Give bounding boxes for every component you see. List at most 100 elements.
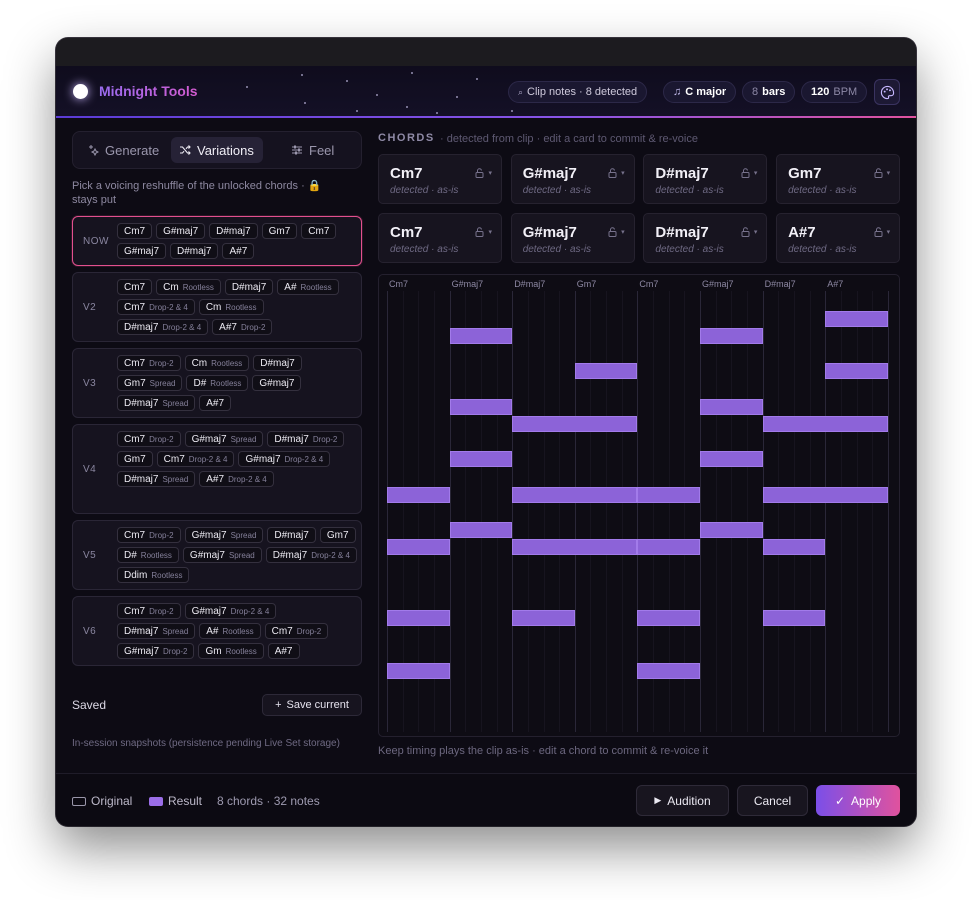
bpm-pill[interactable]: 120 BPM [801,81,868,103]
chord-lock-toggle[interactable]: ▾ [475,168,492,178]
chord-lock-toggle[interactable]: ▾ [475,227,492,237]
midi-note[interactable] [700,451,763,468]
beat-gridline [856,291,858,732]
chord-card[interactable]: G#maj7 detected · as-is ▾ [510,213,635,263]
midi-note[interactable] [449,328,513,345]
chip-chord: Cm7 [124,529,146,541]
variation-card-v6[interactable]: V6 Cm7 Drop-2 G#maj7 Drop-2 & 4 D#maj7 Spread A… [72,596,362,666]
palette-button[interactable] [874,79,900,105]
variation-card-v5[interactable]: V5 Cm7 Drop-2 G#maj7 Spread D#maj7 Gm7 D# Rootle… [72,520,362,590]
chip-chord: D#maj7 [124,625,159,637]
midi-note[interactable] [762,486,888,503]
variation-card-now[interactable]: NOW Cm7 G#maj7 D#maj7 Gm7 Cm7 G#maj7 D#maj7 A#7 [72,216,362,266]
chord-card[interactable]: D#maj7 detected · as-is ▾ [643,154,768,204]
chord-chip: Cm Rootless [184,355,250,371]
midi-note[interactable] [512,486,638,503]
midi-note[interactable] [512,416,638,433]
cancel-button[interactable]: Cancel [737,785,808,816]
chord-card[interactable]: Cm7 detected · as-is ▾ [378,154,502,204]
magnifier-icon: ⌕ [518,86,524,97]
midi-note[interactable] [762,416,888,433]
chord-lock-toggle[interactable]: ▾ [741,168,757,178]
midi-note[interactable] [700,398,763,415]
chord-chip: D#maj7 Spread [117,471,196,487]
midi-note[interactable] [387,539,450,556]
midi-note[interactable] [387,662,450,679]
chord-card[interactable]: D#maj7 detected · as-is ▾ [643,213,768,263]
tab-generate[interactable]: Generate [79,137,171,163]
chip-chord: D#maj7 [124,473,159,485]
chord-lock-toggle[interactable]: ▾ [608,168,625,178]
apply-button[interactable]: ✓ Apply [816,785,900,816]
midi-note[interactable] [637,662,700,679]
midi-note[interactable] [512,609,575,626]
tab-feel[interactable]: Feel [283,137,355,163]
chip-voicing: Drop-2 [296,626,322,636]
chord-card[interactable]: Cm7 detected · as-is ▾ [378,213,502,263]
unlock-icon [608,168,617,178]
tab-variations[interactable]: Variations [171,137,263,163]
midi-note[interactable] [825,310,888,327]
midi-note[interactable] [825,363,888,380]
midi-note[interactable] [387,609,450,626]
clip-notes-pill[interactable]: ⌕ Clip notes · 8 detected [508,81,648,103]
save-current-button[interactable]: + Save current [262,694,362,716]
midi-note[interactable] [512,539,638,556]
chord-card[interactable]: A#7 detected · as-is ▾ [776,213,901,263]
beat-gridline [840,291,842,732]
chord-chip: D#maj7 [209,223,258,239]
key-pill[interactable]: ♫ C major [663,81,737,103]
chord-card[interactable]: Gm7 detected · as-is ▾ [776,154,901,204]
midi-note[interactable] [574,363,638,380]
midi-note[interactable] [762,539,826,556]
chord-lock-toggle[interactable]: ▾ [608,227,625,237]
variation-card-v2[interactable]: V2 Cm7 Cm Rootless D#maj7 A# Rootless Cm7 Drop-2… [72,272,362,342]
bar-gridline [887,291,889,732]
chord-chip: Cm7 Drop-2 & 4 [156,451,235,467]
chip-chord: Cm7 [124,281,146,293]
bars-pill[interactable]: 8 bars [742,81,796,103]
midi-note[interactable] [637,609,700,626]
chip-voicing: Drop-2 & 4 [230,606,270,616]
chip-chord: G#maj7 [124,245,160,257]
midi-note[interactable] [700,328,763,345]
chord-lock-toggle[interactable]: ▾ [874,168,890,178]
variation-card-v3[interactable]: V3 Cm7 Drop-2 Cm Rootless D#maj7 Gm7 Spread D# Ro… [72,348,362,418]
midi-note[interactable] [637,486,700,503]
audition-label: Audition [667,793,711,808]
chord-chip: Cm7 Drop-2 [264,623,329,639]
star-decoration [456,96,458,98]
midi-note[interactable] [762,609,826,626]
piano-roll[interactable]: Cm7 G#maj7 D#maj7 Gm7 Cm7 G#maj7 D#maj7 A#7 [378,274,900,737]
chevron-down-icon: ▾ [488,170,492,177]
chip-voicing: Rootless [225,646,257,656]
chord-chip: Gm7 Spread [117,375,183,391]
chip-chord: Cm7 [124,301,146,313]
chord-chip: Cm7 Drop-2 [117,603,181,619]
audition-button[interactable]: ▶ Audition [636,785,729,816]
chord-note-count: 8 chords · 32 notes [217,794,320,808]
midi-note[interactable] [449,398,513,415]
chip-chord: D#maj7 [124,397,159,409]
midi-note[interactable] [449,451,513,468]
chord-chip: A#7 [222,243,255,259]
chord-lock-toggle[interactable]: ▾ [741,227,758,237]
midi-note[interactable] [449,521,513,538]
chord-chip: Gm Rootless [198,643,264,659]
beat-gridline [715,291,717,732]
tab-feel-label: Feel [309,142,335,158]
midi-note[interactable] [387,486,450,503]
legend-result-label: Result [168,794,203,808]
chord-card-name: A#7 [788,224,816,241]
chevron-down-icon: ▾ [621,229,625,236]
midi-note[interactable] [637,539,700,556]
chord-lock-toggle[interactable]: ▾ [874,227,890,237]
chip-chord: G#maj7 [124,645,160,657]
chord-chip: D#maj7 [267,527,316,543]
chord-chip: D#maj7 Drop-2 & 4 [265,547,357,563]
midi-note[interactable] [700,521,763,538]
variation-card-v4[interactable]: V4 Cm7 Drop-2 G#maj7 Spread D#maj7 Drop-2 Gm7 Cm… [72,424,362,514]
chevron-down-icon: ▾ [753,229,758,236]
chord-card[interactable]: G#maj7 detected · as-is ▾ [510,154,635,204]
chip-chord: Gm [205,645,222,657]
